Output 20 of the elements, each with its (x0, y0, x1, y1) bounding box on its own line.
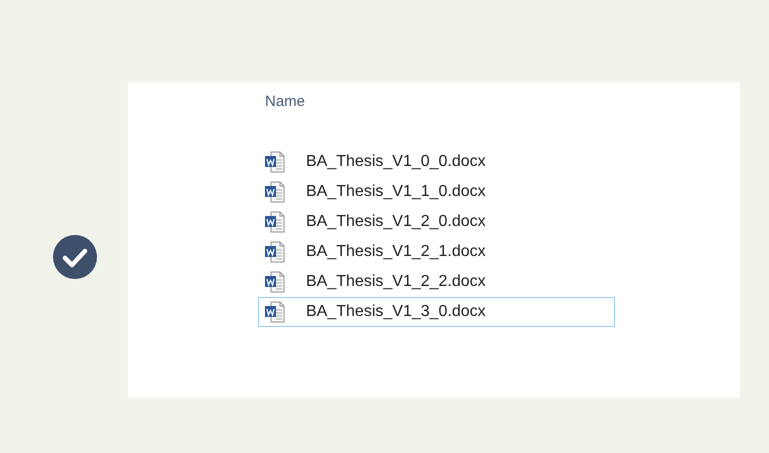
file-name: BA_Thesis_V1_2_0.docx (306, 212, 486, 232)
file-name: BA_Thesis_V1_2_2.docx (306, 272, 486, 292)
file-row[interactable]: BA_Thesis_V1_2_2.docx (258, 266, 615, 296)
word-document-icon (264, 210, 286, 232)
file-name: BA_Thesis_V1_1_0.docx (306, 182, 486, 202)
word-document-icon (264, 240, 286, 262)
file-name: BA_Thesis_V1_3_0.docx (306, 302, 486, 322)
file-name: BA_Thesis_V1_0_0.docx (306, 152, 486, 172)
file-row[interactable]: BA_Thesis_V1_2_1.docx (258, 236, 615, 266)
file-row[interactable]: BA_Thesis_V1_2_0.docx (258, 206, 615, 236)
file-name: BA_Thesis_V1_2_1.docx (306, 242, 486, 262)
word-document-icon (264, 150, 286, 172)
file-row[interactable]: BA_Thesis_V1_3_0.docx (258, 296, 615, 326)
check-icon (53, 235, 97, 279)
word-document-icon (264, 270, 286, 292)
word-document-icon (264, 300, 286, 322)
file-row[interactable]: BA_Thesis_V1_1_0.docx (258, 176, 615, 206)
file-row[interactable]: BA_Thesis_V1_0_0.docx (258, 146, 615, 176)
word-document-icon (264, 180, 286, 202)
column-header[interactable]: Name (258, 91, 740, 114)
